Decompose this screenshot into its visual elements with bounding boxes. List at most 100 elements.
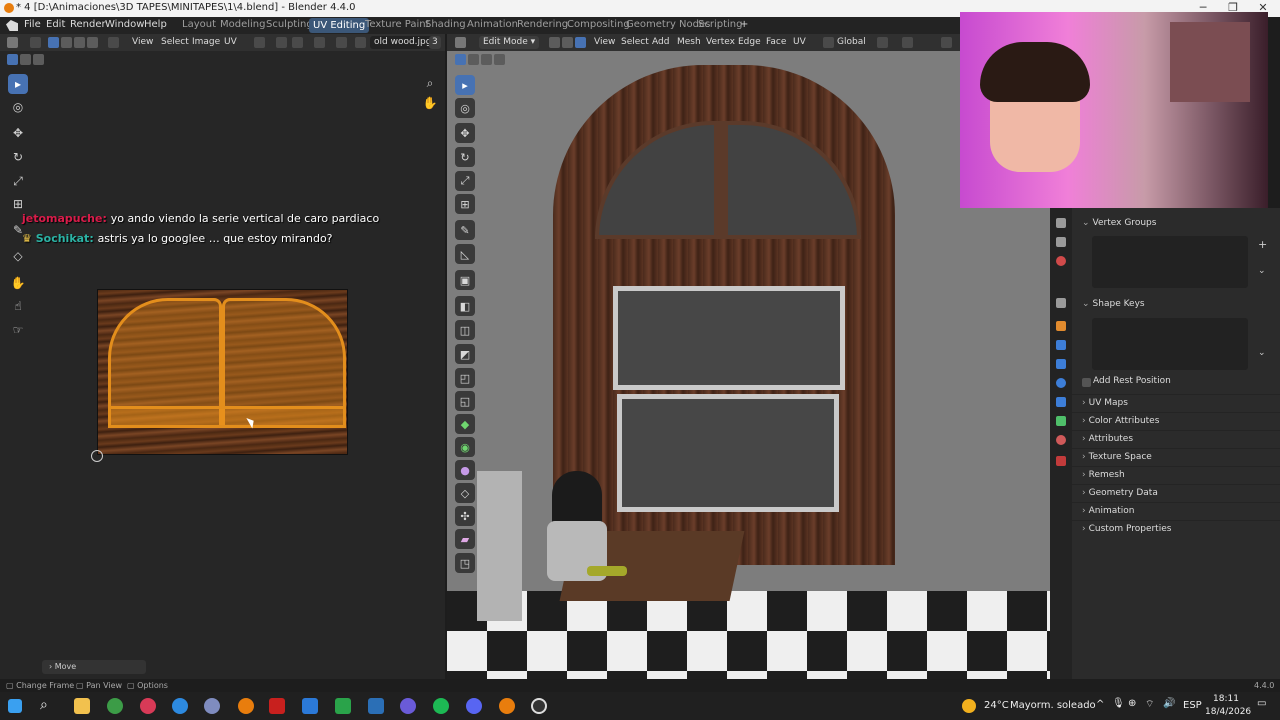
viewport-menu-view[interactable]: View: [594, 37, 615, 47]
chrome-icon[interactable]: [107, 698, 123, 714]
photos-icon[interactable]: [302, 698, 318, 714]
pycharm-icon[interactable]: [335, 698, 351, 714]
vp-shear-tool-icon[interactable]: ▰: [455, 529, 475, 549]
snap-target-icon[interactable]: [292, 37, 303, 48]
uv-island-bottom-strip[interactable]: [108, 406, 346, 428]
clock-time[interactable]: 18:11: [1213, 694, 1239, 704]
scale-tool-icon[interactable]: ⤢: [8, 171, 28, 191]
vp-poly-build-tool-icon[interactable]: ◆: [455, 414, 475, 434]
shape-keys-header[interactable]: ⌄ Shape Keys: [1082, 299, 1145, 309]
vertex-groups-header[interactable]: ⌄ Vertex Groups: [1082, 218, 1156, 228]
app-icon-3[interactable]: [400, 698, 416, 714]
vp-knife-tool-icon[interactable]: ◱: [455, 391, 475, 411]
new-selection-icon[interactable]: [7, 54, 18, 65]
proportional-edit-icon[interactable]: [314, 37, 325, 48]
vp-extrude-tool-icon[interactable]: ◧: [455, 296, 475, 316]
tray-app-icon[interactable]: ⊕: [1128, 698, 1136, 709]
blender-taskbar-icon[interactable]: [238, 698, 254, 714]
viewport-editor-type-icon[interactable]: [455, 37, 466, 48]
add-rest-position-checkbox[interactable]: [1082, 378, 1091, 387]
vp-add-cube-tool-icon[interactable]: ▣: [455, 270, 475, 290]
vp-extend-selection-icon[interactable]: [468, 54, 479, 65]
last-operator-panel[interactable]: › Move: [42, 660, 146, 674]
zoom-view-icon[interactable]: ⌕: [420, 73, 440, 93]
workspace-tab-uv-editing[interactable]: UV Editing: [309, 18, 370, 33]
grab-tool-icon[interactable]: ✋: [8, 273, 28, 293]
face-mode-icon[interactable]: [575, 37, 586, 48]
extend-selection-icon[interactable]: [20, 54, 31, 65]
vp-loop-cut-tool-icon[interactable]: ◰: [455, 368, 475, 388]
workspace-tab-scripting[interactable]: Scripting: [698, 19, 742, 30]
add-vertex-group-icon[interactable]: +: [1258, 238, 1267, 251]
shape-keys-list[interactable]: [1092, 318, 1248, 370]
viewport-menu-uv[interactable]: UV: [793, 37, 806, 47]
microphone-icon[interactable]: 🎙: [1112, 698, 1125, 709]
geometry-data-row[interactable]: › Geometry Data: [1072, 484, 1280, 501]
volume-icon[interactable]: 🔊: [1163, 698, 1175, 709]
discord-icon[interactable]: [466, 698, 482, 714]
vertex-groups-list[interactable]: [1092, 236, 1248, 288]
menu-edit[interactable]: Edit: [46, 19, 65, 30]
orientation-select[interactable]: Global: [837, 37, 866, 47]
language-indicator[interactable]: ESP: [1183, 700, 1202, 711]
orientation-icon[interactable]: [823, 37, 834, 48]
upper-panel-face[interactable]: [613, 286, 845, 390]
uv-menu-uv[interactable]: UV: [224, 37, 237, 47]
app-icon-1[interactable]: [204, 698, 220, 714]
image-browse-icon[interactable]: [355, 37, 366, 48]
vp-move-tool-icon[interactable]: ✥: [455, 123, 475, 143]
pivot-point-icon[interactable]: [877, 37, 888, 48]
edge-mode-icon[interactable]: [562, 37, 573, 48]
snap-icon[interactable]: [276, 37, 287, 48]
blender-running-icon[interactable]: [499, 698, 515, 714]
vp-annotate-tool-icon[interactable]: ✎: [455, 220, 475, 240]
animation-row[interactable]: › Animation: [1072, 502, 1280, 519]
uv-menu-image[interactable]: Image: [192, 37, 220, 47]
notifications-icon[interactable]: ▭: [1257, 698, 1266, 709]
pivot-icon[interactable]: [254, 37, 265, 48]
vp-bevel-tool-icon[interactable]: ◩: [455, 344, 475, 364]
weather-description[interactable]: Mayorm. soleado: [1010, 700, 1096, 711]
properties-editor[interactable]: ⌄ Vertex Groups + ⌄ ⌄ Shape Keys ⌄ Add Res…: [1050, 208, 1280, 679]
menu-render[interactable]: Render: [70, 19, 106, 30]
workspace-tab-compositing[interactable]: Compositing: [567, 19, 630, 30]
uv-maps-row[interactable]: › UV Maps: [1072, 394, 1280, 411]
subtract-selection-icon[interactable]: [33, 54, 44, 65]
modifier-tab-icon[interactable]: [1056, 340, 1066, 350]
data-tab-icon[interactable]: [1056, 416, 1066, 426]
object-tab-icon[interactable]: [1056, 321, 1066, 331]
render-tab-icon[interactable]: [1056, 237, 1066, 247]
wifi-icon[interactable]: ⌔: [1145, 698, 1154, 711]
vp-shrink-fatten-tool-icon[interactable]: ✣: [455, 506, 475, 526]
mode-select[interactable]: Edit Mode ▾: [479, 36, 540, 49]
vp-smooth-tool-icon[interactable]: ●: [455, 460, 475, 480]
edge-icon[interactable]: [172, 698, 188, 714]
snapping-icon[interactable]: [902, 37, 913, 48]
workspace-tab-texture-paint[interactable]: Texture Paint: [365, 19, 430, 30]
rotate-tool-icon[interactable]: ↻: [8, 147, 28, 167]
viewport-menu-vertex[interactable]: Vertex: [706, 37, 735, 47]
custom-properties-row[interactable]: › Custom Properties: [1072, 520, 1280, 537]
vp-cursor-tool-icon[interactable]: ◎: [455, 98, 475, 118]
viewport-menu-add[interactable]: Add: [652, 37, 669, 47]
attributes-row[interactable]: › Attributes: [1072, 430, 1280, 447]
edge-select-icon[interactable]: [61, 37, 72, 48]
file-explorer-icon[interactable]: [74, 698, 90, 714]
add-workspace-button[interactable]: +: [740, 19, 748, 30]
tray-chevron-icon[interactable]: ^: [1096, 699, 1104, 710]
pan-view-icon[interactable]: ✋: [420, 93, 440, 113]
constraints-tab-icon[interactable]: [1056, 397, 1066, 407]
image-name-field[interactable]: old wood.jpg: [370, 36, 436, 49]
vp-spin-tool-icon[interactable]: ◉: [455, 437, 475, 457]
move-tool-icon[interactable]: ✥: [8, 123, 28, 143]
vp-measure-tool-icon[interactable]: ◺: [455, 244, 475, 264]
vp-scale-tool-icon[interactable]: ⤢: [455, 171, 475, 191]
windows-start-icon[interactable]: [8, 699, 22, 713]
vp-edge-slide-tool-icon[interactable]: ◇: [455, 483, 475, 503]
remesh-row[interactable]: › Remesh: [1072, 466, 1280, 483]
proportional-editing-icon[interactable]: [941, 37, 952, 48]
workspace-tab-sculpting[interactable]: Sculpting: [266, 19, 313, 30]
uv-menu-view[interactable]: View: [132, 37, 153, 47]
clock-date[interactable]: 18/4/2026: [1205, 707, 1251, 717]
viewport-menu-select[interactable]: Select: [621, 37, 649, 47]
